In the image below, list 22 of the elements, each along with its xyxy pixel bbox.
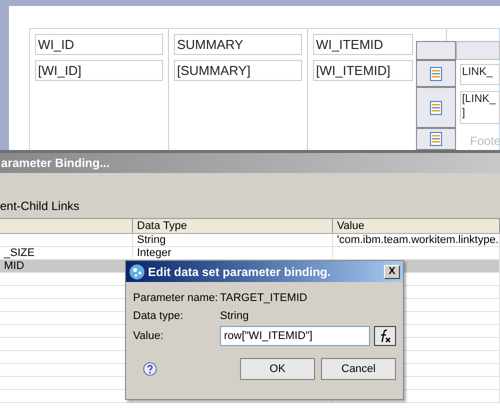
window-title: arameter Binding...	[1, 155, 110, 172]
table-cell: Integer	[137, 247, 172, 259]
column-header: SUMMARY	[174, 34, 302, 55]
field-label: Data type:	[133, 308, 184, 324]
data-field: [SUMMARY]	[174, 60, 302, 81]
data-field: [WI_ID]	[35, 60, 163, 81]
column-header: WI_ID	[35, 34, 163, 55]
field-value: TARGET_ITEMID	[220, 290, 308, 306]
data-field: [LINK_ ]	[460, 91, 500, 124]
table-cell: String	[137, 234, 166, 246]
field-label: Parameter name:	[133, 290, 219, 306]
column-header: WI_ITEMID	[313, 34, 413, 55]
field-label: Value:	[133, 328, 164, 344]
table-cell: MID	[4, 260, 24, 272]
dialog-title: Edit data set parameter binding.	[148, 264, 332, 280]
field-value: String	[220, 308, 249, 324]
table-cell: _SIZE	[4, 247, 35, 259]
footer-label: Foote	[469, 133, 500, 150]
data-field: [WI_ITEMID]	[313, 60, 413, 81]
table-cell: 'com.ibm.team.workitem.linktype.	[337, 234, 499, 246]
data-field: LINK_	[460, 64, 500, 85]
section-label: ent-Child Links	[0, 198, 80, 215]
